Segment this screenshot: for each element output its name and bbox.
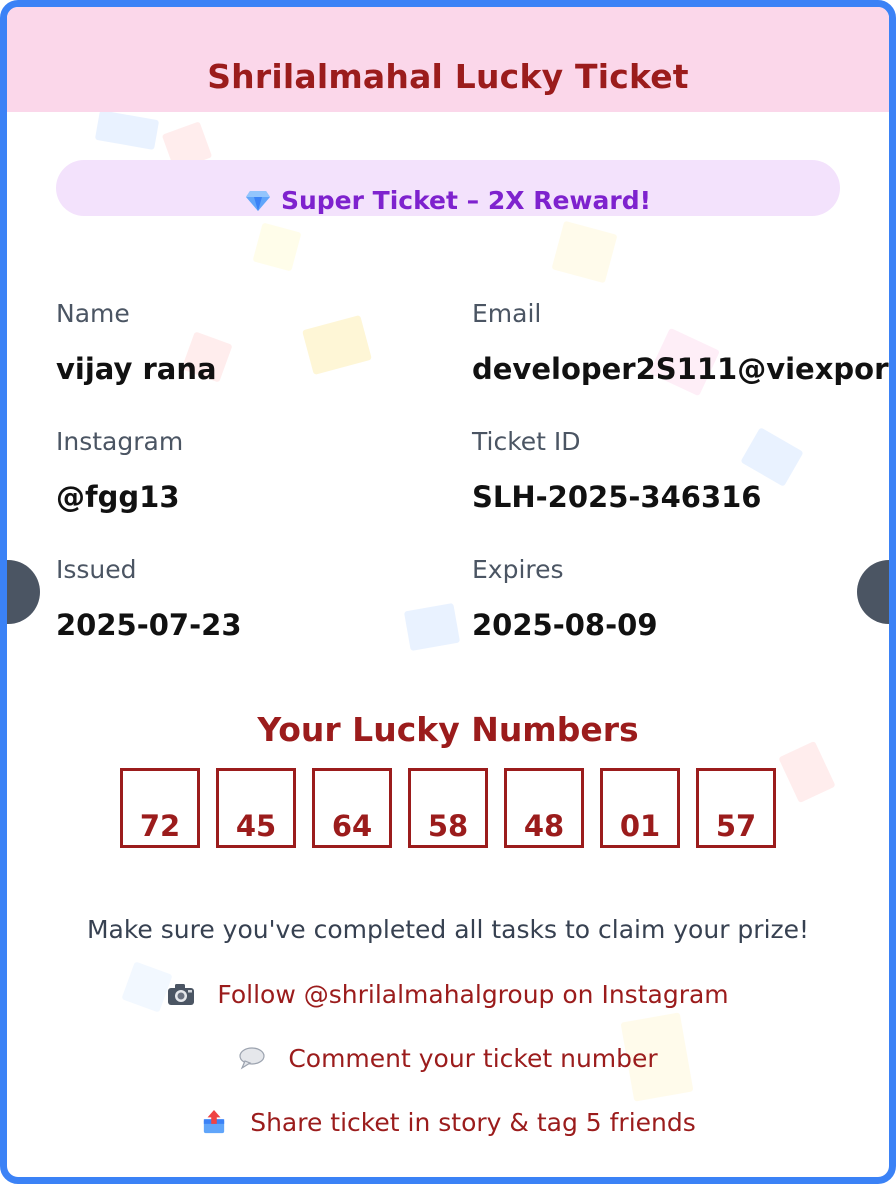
lucky-number: 58 [408, 768, 488, 848]
issued-value: 2025-07-23 [56, 608, 242, 642]
ticket-notch-right [857, 560, 889, 624]
gem-icon [245, 191, 270, 211]
confetti-decoration [778, 740, 836, 804]
instagram-value: @fgg13 [56, 480, 180, 514]
lucky-number: 45 [216, 768, 296, 848]
name-label: Name [56, 299, 130, 328]
ticket-title: Shrilalmahal Lucky Ticket [207, 57, 689, 96]
instagram-label: Instagram [56, 427, 184, 456]
task-share-story[interactable]: Share ticket in story & tag 5 friends [7, 1108, 889, 1138]
issued-label: Issued [56, 555, 137, 584]
email-field: Email developer2S111@viexports.com [472, 299, 889, 386]
lucky-number: 72 [120, 768, 200, 848]
lucky-numbers-title: Your Lucky Numbers [257, 710, 639, 749]
lucky-number: 48 [504, 768, 584, 848]
instagram-field: Instagram @fgg13 [56, 427, 183, 514]
confetti-decoration [403, 602, 461, 652]
task-label: Follow @shrilalmahalgroup on Instagram [217, 980, 729, 1009]
speech-bubble-icon [239, 1047, 265, 1070]
ticket-header: Shrilalmahal Lucky Ticket [7, 7, 889, 112]
confetti-decoration [94, 110, 160, 150]
expires-label: Expires [472, 555, 564, 584]
lucky-number: 01 [600, 768, 680, 848]
ticket-id-value: SLH-2025-346316 [472, 480, 762, 514]
issued-field: Issued 2025-07-23 [56, 555, 242, 642]
task-label: Share ticket in story & tag 5 friends [250, 1108, 696, 1137]
super-ticket-badge: Super Ticket – 2X Reward! [56, 160, 840, 216]
task-follow-instagram[interactable]: Follow @shrilalmahalgroup on Instagram [7, 980, 889, 1010]
lucky-number: 57 [696, 768, 776, 848]
expires-field: Expires 2025-08-09 [472, 555, 658, 642]
email-label: Email [472, 299, 542, 328]
expires-value: 2025-08-09 [472, 608, 658, 642]
task-comment-ticket[interactable]: Comment your ticket number [7, 1044, 889, 1074]
lucky-ticket-card: Shrilalmahal Lucky Ticket Super Ticket –… [0, 0, 896, 1184]
task-label: Comment your ticket number [288, 1044, 658, 1073]
confetti-decoration [551, 220, 618, 284]
name-value: vijay rana [56, 352, 217, 386]
name-field: Name vijay rana [56, 299, 217, 386]
email-value: developer2S111@viexports.com [472, 352, 889, 386]
ticket-id-field: Ticket ID SLH-2025-346316 [472, 427, 762, 514]
confetti-decoration [252, 222, 302, 272]
camera-icon [168, 984, 195, 1005]
super-ticket-text: Super Ticket – 2X Reward! [280, 186, 652, 215]
ticket-notch-left [7, 560, 40, 624]
lucky-number: 64 [312, 768, 392, 848]
confetti-decoration [302, 315, 372, 375]
ticket-id-label: Ticket ID [472, 427, 581, 456]
claim-note: Make sure you've completed all tasks to … [86, 915, 810, 944]
share-upload-icon [204, 1110, 225, 1134]
